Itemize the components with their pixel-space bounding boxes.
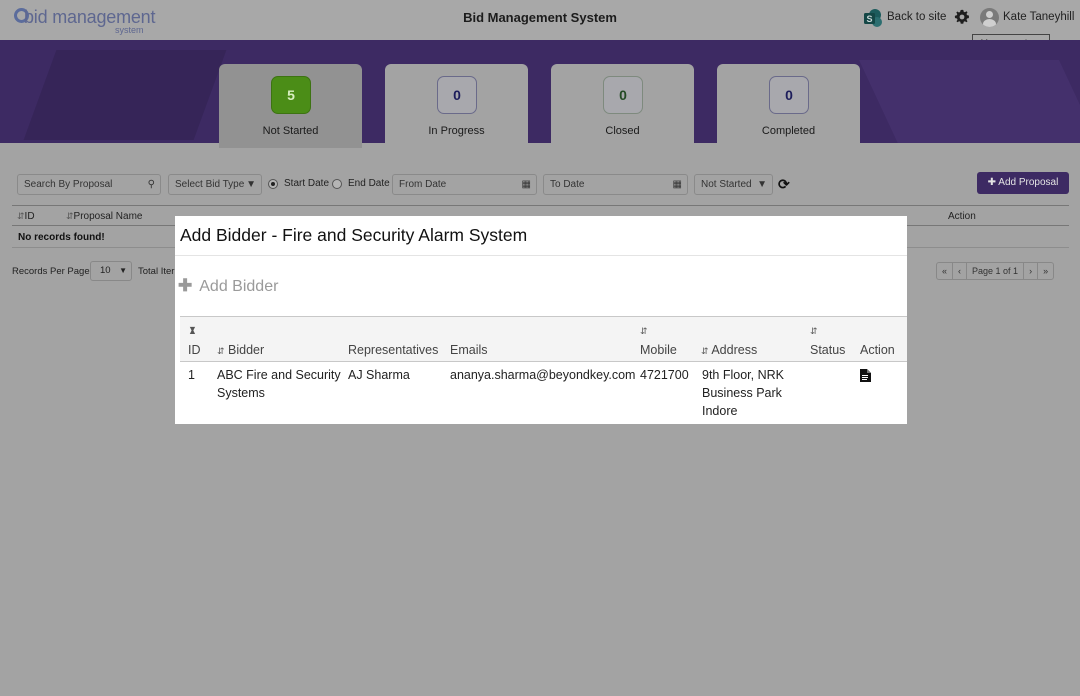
- modal-title: Add Bidder - Fire and Security Alarm Sys…: [180, 225, 528, 245]
- to-date-input[interactable]: To Date ▦: [543, 174, 688, 195]
- column-header[interactable]: ⇵Proposal Name: [66, 211, 142, 222]
- column-header-action: Action: [860, 343, 895, 357]
- column-header-emails: Emails: [450, 343, 488, 357]
- search-placeholder: Search By Proposal: [24, 179, 113, 190]
- records-per-page-value: 10: [100, 265, 111, 276]
- page-indicator: Page 1 of 1: [967, 263, 1025, 279]
- gear-icon[interactable]: [954, 9, 970, 25]
- bid-type-select[interactable]: Select Bid Type ▼: [168, 174, 262, 195]
- tile-in-progress[interactable]: 0 In Progress: [385, 64, 528, 148]
- tile-label: Closed: [605, 125, 640, 137]
- calendar-icon[interactable]: ▦: [673, 175, 682, 194]
- sort-icon: ⇵: [17, 211, 25, 221]
- bidder-mobile: 4721700: [640, 368, 689, 382]
- refresh-icon[interactable]: ⟳: [778, 176, 790, 193]
- column-header-status[interactable]: Status: [810, 343, 845, 357]
- column-header-address[interactable]: ⇵ Address: [701, 343, 757, 357]
- banner-decoration: [859, 60, 1080, 143]
- caret-down-icon: ▼: [246, 179, 256, 190]
- records-per-page-select[interactable]: 10 ▼: [90, 261, 132, 281]
- app-title: Bid Management System: [463, 10, 617, 25]
- search-input[interactable]: Search By Proposal ⚲: [17, 174, 161, 195]
- total-items-label: Total Iter: [138, 266, 175, 277]
- tile-count: 5: [271, 76, 311, 114]
- plus-icon: ✚: [178, 276, 193, 295]
- sort-icon[interactable]: ⇵: [640, 323, 648, 337]
- top-bar: bid management system Bid Management Sys…: [0, 0, 1080, 40]
- to-date-placeholder: To Date: [550, 179, 585, 190]
- plus-icon: ✚: [987, 177, 997, 188]
- next-page-button[interactable]: ›: [1024, 263, 1039, 279]
- column-header-bidder[interactable]: ⇵ Bidder: [217, 343, 264, 357]
- start-date-label: Start Date: [284, 178, 330, 189]
- tile-label: Completed: [761, 125, 816, 137]
- end-date-label: End Date: [348, 178, 390, 189]
- start-date-radio[interactable]: [268, 179, 278, 189]
- first-page-button[interactable]: «: [937, 263, 954, 279]
- tile-count: 0: [769, 76, 809, 114]
- last-page-button[interactable]: »: [1038, 263, 1053, 279]
- records-per-page-label: Records Per Page: [12, 266, 90, 277]
- sort-icon: ⇵: [66, 211, 74, 221]
- end-date-radio[interactable]: [332, 179, 342, 189]
- tile-label: In Progress: [428, 125, 485, 137]
- status-select[interactable]: Not Started ▼: [694, 174, 773, 195]
- empty-message: No records found!: [18, 232, 105, 243]
- from-date-input[interactable]: From Date ▦: [392, 174, 537, 195]
- tile-label: Not Started: [262, 125, 319, 137]
- tile-completed[interactable]: 0 Completed: [717, 64, 860, 148]
- column-header-mobile[interactable]: Mobile: [640, 343, 677, 357]
- banner-decoration: [23, 50, 227, 140]
- column-header-representatives: Representatives: [348, 343, 439, 357]
- logo-subtext: system: [115, 25, 144, 35]
- calendar-icon[interactable]: ▦: [522, 175, 531, 194]
- document-icon[interactable]: [860, 369, 871, 382]
- pagination: « ‹ Page 1 of 1 › »: [936, 262, 1055, 280]
- add-bidder-label: Add Bidder: [199, 278, 279, 295]
- add-proposal-label: Add Proposal: [998, 177, 1059, 188]
- tile-closed[interactable]: 0 Closed: [551, 64, 694, 148]
- add-bidder-modal: Add Bidder - Fire and Security Alarm Sys…: [175, 216, 907, 424]
- bidder-name: ABC Fire and Security Systems: [217, 368, 341, 400]
- from-date-placeholder: From Date: [399, 179, 447, 190]
- tile-count: 0: [437, 76, 477, 114]
- bidder-table-header: ▲ ▼ ID ⇵ Bidder Representatives Emails ⇵…: [180, 316, 907, 362]
- logo[interactable]: bid management system: [12, 6, 162, 36]
- avatar[interactable]: [980, 8, 999, 27]
- column-header-id[interactable]: ID: [188, 343, 201, 357]
- column-header[interactable]: ⇵ID: [17, 211, 35, 222]
- hero-banner: [0, 40, 1080, 143]
- add-bidder-button[interactable]: ✚ Add Bidder: [178, 276, 278, 296]
- sharepoint-icon[interactable]: S: [863, 8, 883, 28]
- tile-not-started[interactable]: 5 Not Started: [219, 64, 362, 148]
- bidder-address: 9th Floor, NRK Business Park Indore: [702, 368, 784, 418]
- column-header: Action: [948, 211, 976, 222]
- bidder-representative: AJ Sharma: [348, 368, 410, 382]
- search-icon[interactable]: ⚲: [148, 175, 155, 194]
- bidder-email: ananya.sharma@beyondkey.com: [450, 368, 636, 382]
- sort-icon[interactable]: ⇵: [810, 323, 818, 337]
- caret-down-icon: ▼: [757, 179, 767, 190]
- user-name[interactable]: Kate Taneyhill: [1003, 11, 1074, 23]
- caret-down-icon: ▼: [119, 266, 127, 275]
- svg-text:S: S: [866, 14, 872, 24]
- bidder-id: 1: [188, 368, 195, 382]
- bid-type-value: Select Bid Type: [175, 179, 245, 190]
- prev-page-button[interactable]: ‹: [953, 263, 968, 279]
- tile-count: 0: [603, 76, 643, 114]
- add-proposal-button[interactable]: ✚ Add Proposal: [977, 172, 1069, 194]
- back-to-site-link[interactable]: Back to site: [887, 11, 946, 23]
- divider: [175, 255, 907, 256]
- sort-icon: ▼: [188, 324, 197, 334]
- sort-icon: ⇵: [701, 346, 709, 356]
- sort-icon: ⇵: [217, 346, 225, 356]
- status-value: Not Started: [701, 179, 752, 190]
